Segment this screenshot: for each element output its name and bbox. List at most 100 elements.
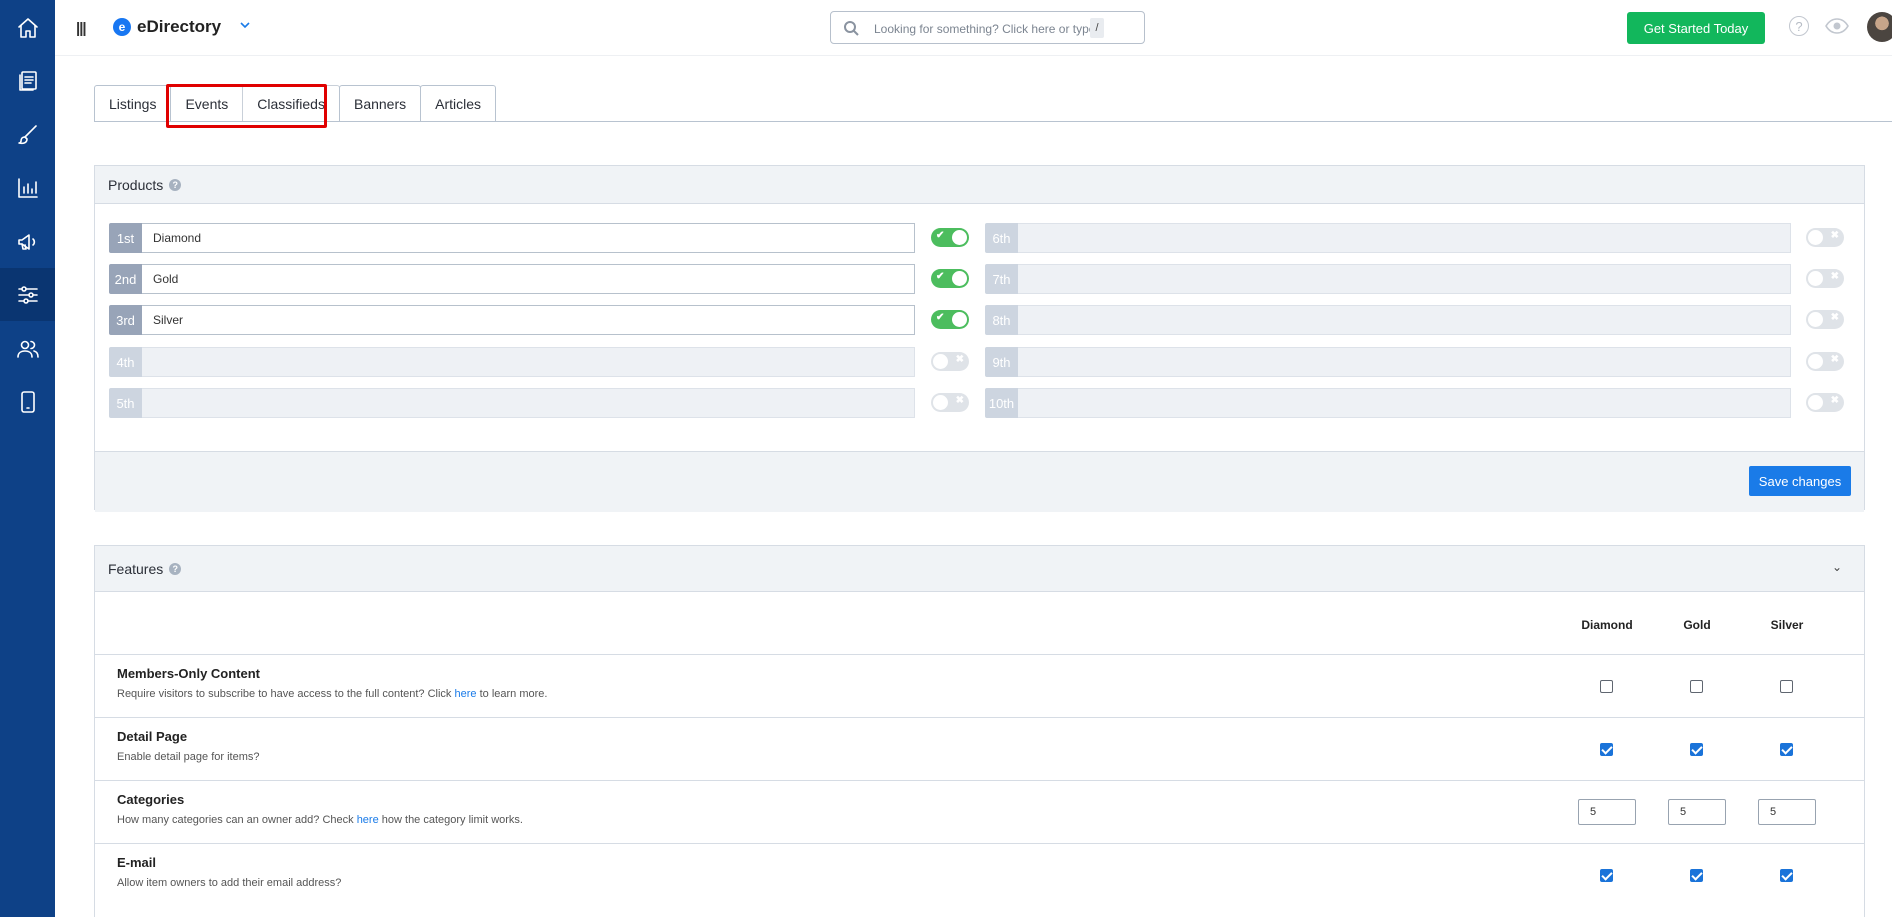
detail-page-checkbox-gold[interactable] xyxy=(1690,743,1703,756)
feature-description-text: Require visitors to subscribe to have ac… xyxy=(117,688,455,700)
feature-title: Categories xyxy=(117,792,185,807)
tab-listings[interactable]: Listings xyxy=(94,85,172,122)
chevron-down-icon[interactable] xyxy=(240,20,250,30)
design-icon xyxy=(17,124,37,144)
product-enable-toggle[interactable]: ✖ xyxy=(1806,352,1844,371)
features-header[interactable]: Features ? ⌄ xyxy=(95,546,1864,592)
product-enable-toggle[interactable]: ✖ xyxy=(1806,269,1844,288)
product-name-input[interactable] xyxy=(1018,347,1791,377)
close-icon: ✖ xyxy=(1830,312,1839,323)
toggle-knob xyxy=(1808,312,1823,327)
e-mail-checkbox-diamond[interactable] xyxy=(1600,869,1613,882)
content-icon xyxy=(18,70,37,91)
product-name-input[interactable] xyxy=(1018,264,1791,294)
product-name-input[interactable] xyxy=(142,347,915,377)
detail-page-checkbox-silver[interactable] xyxy=(1780,743,1793,756)
category-limit-input-silver[interactable]: 5 xyxy=(1758,799,1816,825)
eye-icon[interactable] xyxy=(1825,17,1849,35)
module-tabs: Listings Events Classifieds Banners Arti… xyxy=(94,85,497,122)
sidebar-item-reports[interactable] xyxy=(0,161,55,214)
help-icon[interactable]: ? xyxy=(1789,16,1809,36)
column-header: Silver xyxy=(1770,618,1804,632)
product-row: 2nd Gold xyxy=(109,264,915,294)
product-row: 4th xyxy=(109,347,915,377)
tab-events[interactable]: Events xyxy=(170,85,244,122)
promote-icon xyxy=(17,233,35,250)
product-enable-toggle[interactable]: ✖ xyxy=(931,352,969,371)
sidebar-item-promote[interactable] xyxy=(0,215,55,268)
help-icon[interactable]: ? xyxy=(169,178,182,191)
product-enable-toggle[interactable]: ✖ xyxy=(1806,393,1844,412)
sidebar-item-home[interactable] xyxy=(0,1,55,54)
help-icon[interactable]: ? xyxy=(169,562,182,575)
tabs-divider xyxy=(94,121,1892,122)
detail-page-checkbox-diamond[interactable] xyxy=(1600,743,1613,756)
product-enable-toggle[interactable]: ✖ xyxy=(1806,228,1844,247)
users-icon xyxy=(16,340,39,358)
menu-toggle-icon[interactable]: ||| xyxy=(76,20,87,37)
product-name-input[interactable]: Diamond xyxy=(142,223,915,253)
e-mail-checkbox-silver[interactable] xyxy=(1780,869,1793,882)
members-only-content-checkbox-gold[interactable] xyxy=(1690,680,1703,693)
product-name-input[interactable] xyxy=(1018,388,1791,418)
product-rank: 4th xyxy=(109,347,142,377)
products-header: Products ? xyxy=(95,166,1864,204)
features-title: Features xyxy=(108,560,164,577)
product-enable-toggle[interactable]: ✖ xyxy=(931,393,969,412)
features-panel: Features ? ⌄ Diamond Gold Silver Members… xyxy=(94,545,1865,917)
product-row: 6th xyxy=(985,223,1791,253)
product-name-input[interactable] xyxy=(1018,305,1791,335)
product-rank: 2nd xyxy=(109,264,142,294)
feature-description-text: how the category limit works. xyxy=(378,814,523,826)
product-name-input[interactable]: Silver xyxy=(142,305,915,335)
get-started-button[interactable]: Get Started Today xyxy=(1627,12,1765,44)
brand[interactable]: e eDirectory xyxy=(113,17,221,37)
product-row: 9th xyxy=(985,347,1791,377)
feature-row-e-mail: E-mail Allow item owners to add their ema… xyxy=(95,843,1864,906)
feature-description-text: How many categories can an owner add? Ch… xyxy=(117,814,357,826)
chevron-down-icon[interactable]: ⌄ xyxy=(1832,560,1842,574)
category-limit-input-gold[interactable]: 5 xyxy=(1668,799,1726,825)
toggle-knob xyxy=(1808,354,1823,369)
feature-description-text: Enable detail page for items? xyxy=(117,751,260,763)
product-enable-toggle[interactable]: ✔ xyxy=(931,269,969,288)
sidebar-item-mobile[interactable] xyxy=(0,375,55,428)
help-link[interactable]: here xyxy=(455,688,477,700)
sidebar-item-users[interactable] xyxy=(0,322,55,375)
category-limit-input-diamond[interactable]: 5 xyxy=(1578,799,1636,825)
tab-banners[interactable]: Banners xyxy=(338,85,422,122)
sidebar-item-content[interactable] xyxy=(0,54,55,107)
product-name-input[interactable]: Gold xyxy=(142,264,915,294)
search-placeholder: Looking for something? Click here or typ… xyxy=(874,22,1096,36)
feature-description: Require visitors to subscribe to have ac… xyxy=(117,688,547,700)
sidebar-item-settings[interactable] xyxy=(0,268,55,321)
feature-row-categories: Categories How many categories can an own… xyxy=(95,780,1864,843)
close-icon: ✖ xyxy=(1830,271,1839,282)
sidebar-item-design[interactable] xyxy=(0,108,55,161)
product-rank: 9th xyxy=(985,347,1018,377)
product-name-input[interactable] xyxy=(142,388,915,418)
column-header: Diamond xyxy=(1581,618,1633,632)
product-row: 8th xyxy=(985,305,1791,335)
search-input[interactable]: Looking for something? Click here or typ… xyxy=(830,11,1145,44)
tab-articles[interactable]: Articles xyxy=(420,85,497,122)
product-enable-toggle[interactable]: ✔ xyxy=(931,310,969,329)
close-icon: ✖ xyxy=(955,354,964,365)
members-only-content-checkbox-silver[interactable] xyxy=(1780,680,1793,693)
toggle-knob xyxy=(952,271,967,286)
e-mail-checkbox-gold[interactable] xyxy=(1690,869,1703,882)
avatar[interactable] xyxy=(1867,12,1892,42)
sidebar xyxy=(0,0,55,917)
members-only-content-checkbox-diamond[interactable] xyxy=(1600,680,1613,693)
save-changes-button[interactable]: Save changes xyxy=(1749,466,1851,496)
product-enable-toggle[interactable]: ✖ xyxy=(1806,310,1844,329)
product-name-input[interactable] xyxy=(1018,223,1791,253)
toggle-knob xyxy=(933,354,948,369)
product-rank: 7th xyxy=(985,264,1018,294)
product-enable-toggle[interactable]: ✔ xyxy=(931,228,969,247)
home-icon xyxy=(17,17,38,38)
help-link[interactable]: here xyxy=(357,814,379,826)
close-icon: ✖ xyxy=(1830,354,1839,365)
column-header: Gold xyxy=(1683,618,1711,632)
tab-classifieds[interactable]: Classifieds xyxy=(242,85,340,122)
